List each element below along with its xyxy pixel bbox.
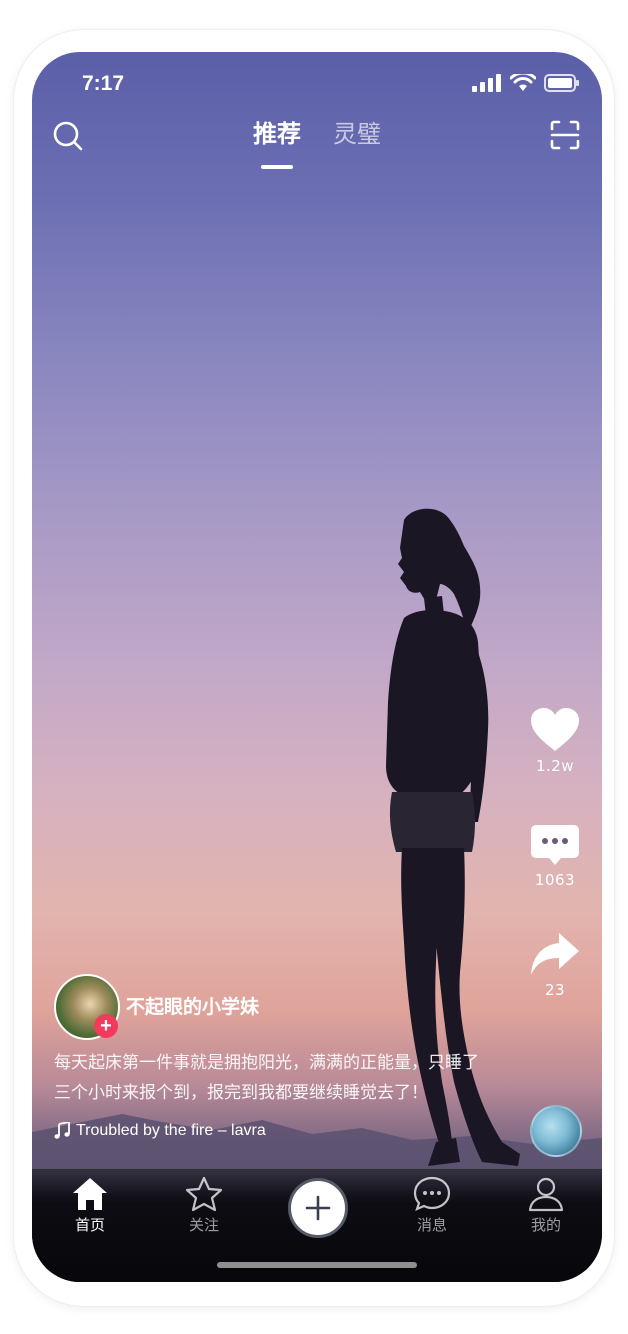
home-indicator[interactable] bbox=[217, 1262, 417, 1268]
nav-home[interactable]: 首页 bbox=[60, 1176, 120, 1235]
nav-label: 关注 bbox=[188, 1216, 219, 1234]
nav-label: 我的 bbox=[530, 1216, 561, 1234]
music-info[interactable]: Troubled by the fire – lavra bbox=[54, 1122, 266, 1140]
music-disc[interactable] bbox=[530, 1105, 582, 1157]
battery-icon bbox=[544, 74, 579, 92]
like-count: 1.2w bbox=[535, 757, 575, 775]
comment-button[interactable]: 1063 bbox=[530, 823, 580, 889]
home-icon bbox=[73, 1178, 107, 1210]
like-button[interactable]: 1.2w bbox=[530, 707, 580, 775]
scan-icon[interactable] bbox=[550, 120, 580, 150]
share-button[interactable]: 23 bbox=[530, 931, 580, 999]
video-feed-screen[interactable]: 7:17 推荐 灵璧 1.2w 1063 23 + 不起眼的小学妹 每天起床第一… bbox=[32, 52, 602, 1282]
heart-icon bbox=[531, 708, 579, 751]
star-icon bbox=[185, 1176, 223, 1212]
wifi-icon bbox=[510, 74, 536, 91]
caption-line: 每天起床第一件事就是拥抱阳光，满满的正能量，只睡了 bbox=[54, 1053, 479, 1073]
nav-profile[interactable]: 我的 bbox=[516, 1176, 576, 1235]
follow-button[interactable]: + bbox=[94, 1014, 118, 1038]
comment-count: 1063 bbox=[534, 871, 576, 889]
message-icon bbox=[413, 1176, 451, 1211]
bottom-nav: 首页 关注 消息 我的 bbox=[32, 1169, 602, 1282]
nav-label: 首页 bbox=[74, 1216, 105, 1234]
nav-messages[interactable]: 消息 bbox=[402, 1176, 462, 1235]
post-caption: 每天起床第一件事就是拥抱阳光，满满的正能量，只睡了 三个小时来报个到，报完到我都… bbox=[54, 1048, 524, 1108]
username[interactable]: 不起眼的小学妹 bbox=[126, 992, 259, 1019]
status-time: 7:17 bbox=[82, 72, 125, 95]
share-count: 23 bbox=[544, 981, 566, 999]
tab-local[interactable]: 灵璧 bbox=[333, 114, 381, 149]
share-icon bbox=[531, 933, 579, 975]
nav-follow[interactable]: 关注 bbox=[174, 1176, 234, 1235]
signal-icon bbox=[472, 74, 501, 92]
user-icon bbox=[528, 1177, 564, 1212]
publish-button[interactable] bbox=[288, 1178, 348, 1238]
music-note-icon bbox=[54, 1122, 70, 1139]
plus-icon bbox=[305, 1195, 331, 1221]
action-column: 1.2w 1063 23 bbox=[528, 707, 582, 999]
music-title: Troubled by the fire – lavra bbox=[76, 1122, 266, 1139]
feed-tabs: 推荐 灵璧 bbox=[32, 114, 602, 169]
comment-icon bbox=[531, 825, 579, 865]
tab-recommend[interactable]: 推荐 bbox=[253, 114, 301, 169]
caption-line: 三个小时来报个到，报完到我都要继续睡觉去了！ bbox=[54, 1083, 428, 1103]
nav-label: 消息 bbox=[416, 1216, 447, 1234]
status-icons bbox=[472, 74, 580, 92]
